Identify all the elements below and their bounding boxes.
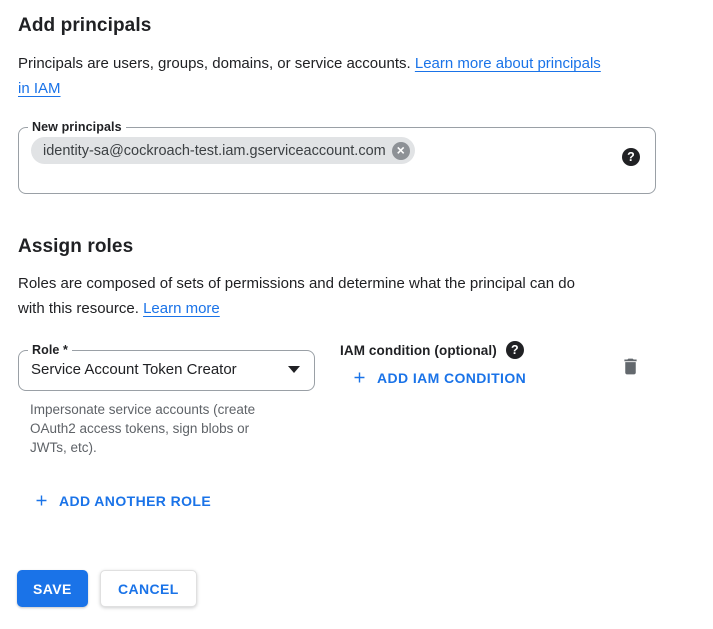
page-title: Add principals: [18, 15, 151, 37]
principals-description: Principals are users, groups, domains, o…: [18, 51, 683, 101]
roles-description-line2: with this resource.: [18, 300, 139, 317]
principal-chip-text: identity-sa@cockroach-test.iam.gservicea…: [43, 143, 386, 159]
iam-condition-label: IAM condition (optional): [340, 343, 497, 358]
role-selected-value: Service Account Token Creator: [31, 361, 237, 378]
role-select[interactable]: Role * Service Account Token Creator: [18, 343, 315, 391]
assign-roles-title: Assign roles: [18, 236, 133, 258]
principals-description-text: Principals are users, groups, domains, o…: [18, 55, 411, 72]
trash-icon: [620, 356, 641, 377]
new-principals-input[interactable]: New principals identity-sa@cockroach-tes…: [18, 120, 656, 194]
chip-remove-icon[interactable]: ×: [392, 142, 410, 160]
add-icon: [33, 492, 50, 509]
role-helper-text: Impersonate service accounts (create OAu…: [30, 400, 325, 457]
delete-role-button[interactable]: [618, 354, 643, 379]
save-button[interactable]: SAVE: [17, 570, 88, 607]
learn-more-roles-link[interactable]: Learn more: [143, 300, 220, 317]
dropdown-arrow-icon: [288, 366, 300, 373]
iam-condition-help-icon[interactable]: ?: [506, 341, 524, 359]
add-icon: [351, 369, 368, 386]
add-another-role-button[interactable]: ADD ANOTHER ROLE: [33, 492, 211, 509]
new-principals-label: New principals: [28, 120, 126, 134]
role-label: Role *: [28, 343, 72, 357]
roles-description-line1: Roles are composed of sets of permission…: [18, 275, 575, 292]
iam-condition-label-row: IAM condition (optional) ?: [340, 341, 524, 359]
principal-chip: identity-sa@cockroach-test.iam.gservicea…: [31, 137, 415, 164]
add-principals-panel: Add principals Principals are users, gro…: [0, 0, 713, 629]
cancel-button[interactable]: CANCEL: [100, 570, 197, 607]
new-principals-help-icon[interactable]: ?: [622, 148, 640, 166]
roles-description: Roles are composed of sets of permission…: [18, 271, 708, 321]
add-iam-condition-button[interactable]: ADD IAM CONDITION: [351, 369, 526, 386]
